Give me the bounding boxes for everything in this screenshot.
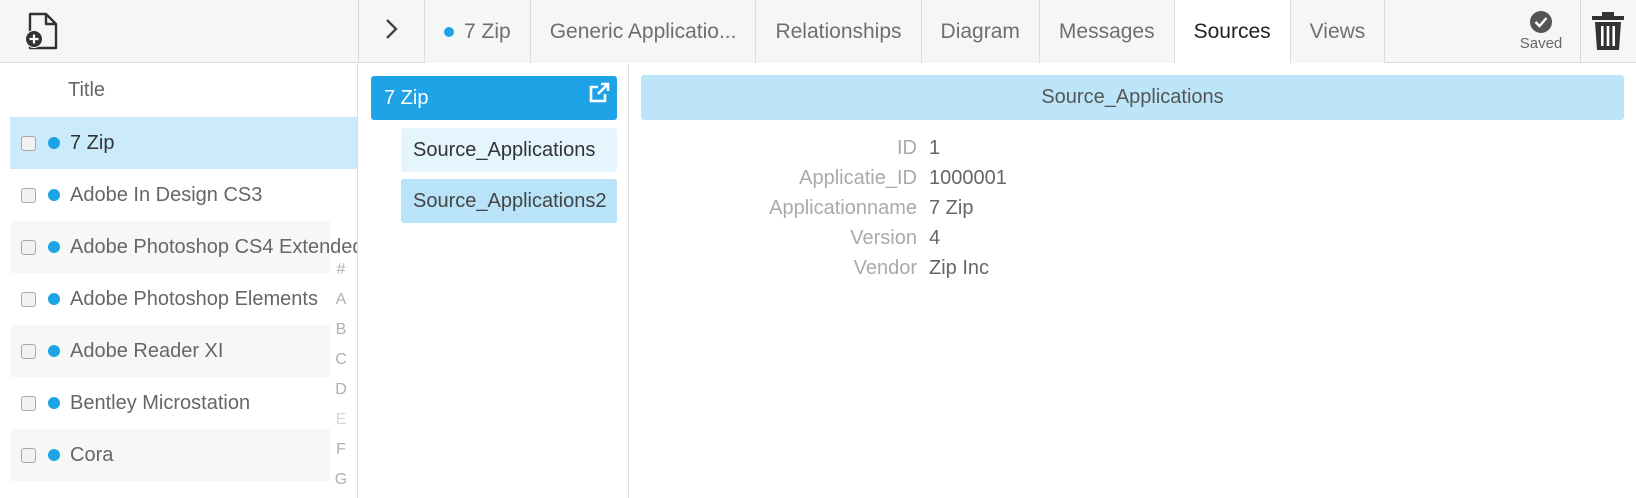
tab-diagram[interactable]: Diagram — [921, 0, 1040, 63]
row-checkbox[interactable] — [21, 135, 36, 151]
tab-label: Sources — [1193, 20, 1271, 43]
list-item-cora[interactable]: Cora — [10, 429, 330, 481]
detail-title: Source_Applications — [1041, 86, 1224, 108]
tab-label: 7 Zip — [464, 19, 511, 43]
row-checkbox[interactable] — [21, 447, 36, 463]
field-vendor: Vendor Zip Inc — [641, 253, 1541, 283]
tab-views[interactable]: Views — [1290, 0, 1386, 63]
check-circle-icon — [1530, 11, 1552, 33]
tab-label: Messages — [1058, 19, 1155, 43]
source-root-label: 7 Zip — [384, 86, 429, 109]
status-dot — [48, 449, 60, 461]
tab-generic-application[interactable]: Generic Applicatio... — [530, 0, 757, 63]
status-dot — [48, 241, 60, 253]
field-label: Applicatie_ID — [799, 166, 917, 189]
list-item-adobe-reader-xi[interactable]: Adobe Reader XI — [10, 325, 330, 377]
list-item-bentley-microstation[interactable]: Bentley Microstation — [10, 377, 330, 429]
tab-label: Relationships — [775, 19, 902, 43]
alpha-index-e[interactable]: E — [334, 411, 348, 429]
tab-relationships[interactable]: Relationships — [756, 0, 922, 63]
list-item-label: Cora — [70, 443, 114, 466]
sources-panel: 7 Zip Source_Applications Source_Applica… — [359, 64, 629, 498]
source-item-label: Source_Applications — [413, 138, 596, 161]
source-item-source-applications2[interactable]: Source_Applications2 — [401, 179, 617, 223]
row-checkbox[interactable] — [21, 291, 36, 307]
row-checkbox[interactable] — [21, 343, 36, 359]
alpha-index-hash[interactable]: # — [334, 261, 348, 279]
field-label: Applicationname — [769, 196, 917, 219]
status-dot — [48, 345, 60, 357]
new-document-plus-icon[interactable] — [22, 12, 62, 52]
trash-icon[interactable] — [1590, 11, 1626, 51]
list-item-label: Adobe Photoshop Elements — [70, 287, 318, 310]
row-checkbox[interactable] — [21, 187, 36, 203]
tab-messages[interactable]: Messages — [1039, 0, 1175, 63]
alpha-index-a[interactable]: A — [334, 291, 348, 309]
application-list: Title 7 Zip Adobe In Design CS3 Adobe Ph… — [0, 64, 358, 498]
list-item-label: Bentley Microstation — [70, 391, 251, 414]
alpha-index-f[interactable]: F — [334, 441, 348, 459]
field-label: ID — [897, 136, 917, 159]
list-item-7-zip[interactable]: 7 Zip — [10, 117, 357, 169]
toolbar-divider — [1580, 0, 1581, 63]
saved-status: Saved — [1508, 11, 1574, 52]
external-link-icon[interactable] — [587, 81, 611, 105]
tab-7-zip[interactable]: 7 Zip — [425, 0, 531, 63]
field-version: Version 4 — [641, 223, 1541, 253]
status-dot — [48, 397, 60, 409]
list-item-label: 7 Zip — [70, 131, 115, 154]
list-item-label: Adobe In Design CS3 — [70, 183, 263, 206]
list-item-adobe-in-design-cs3[interactable]: Adobe In Design CS3 — [10, 169, 330, 221]
status-dot — [48, 189, 60, 201]
list-item-adobe-photoshop-cs4-extended[interactable]: Adobe Photoshop CS4 Extended — [10, 221, 357, 273]
field-value: 1000001 — [929, 166, 1007, 189]
status-dot — [48, 137, 60, 149]
source-item-label: Source_Applications2 — [413, 189, 607, 212]
tab-label: Views — [1309, 19, 1366, 43]
detail-header: Source_Applications — [641, 75, 1624, 120]
field-id: ID 1 — [641, 133, 1541, 163]
tab-label: Diagram — [940, 19, 1020, 43]
tab-label: Generic Applicatio... — [549, 19, 737, 43]
field-label: Version — [850, 226, 917, 249]
tab-bar: 7 Zip Generic Applicatio... Relationship… — [425, 0, 1386, 64]
field-value: 1 — [929, 136, 941, 159]
alpha-index-g[interactable]: G — [334, 471, 348, 489]
field-value: 4 — [929, 226, 941, 249]
tab-sources[interactable]: Sources — [1174, 0, 1291, 64]
list-item-adobe-photoshop-elements[interactable]: Adobe Photoshop Elements — [10, 273, 330, 325]
alpha-index-b[interactable]: B — [334, 321, 348, 339]
top-toolbar: 7 Zip Generic Applicatio... Relationship… — [0, 0, 1636, 64]
status-dot — [48, 293, 60, 305]
expand-panel-button[interactable] — [359, 0, 425, 63]
alpha-index-d[interactable]: D — [334, 381, 348, 399]
field-applicationname: Applicationname 7 Zip — [641, 193, 1541, 223]
field-value: Zip Inc — [929, 256, 990, 279]
list-item-label: Adobe Photoshop CS4 Extended — [70, 235, 358, 258]
source-item-source-applications[interactable]: Source_Applications — [401, 128, 617, 172]
source-root-item[interactable]: 7 Zip — [371, 76, 617, 120]
list-header-title[interactable]: Title — [0, 64, 357, 117]
status-dot — [444, 26, 454, 37]
field-applicatie-id: Applicatie_ID 1000001 — [641, 163, 1541, 193]
list-item-label: Adobe Reader XI — [70, 339, 224, 362]
row-checkbox[interactable] — [21, 239, 36, 255]
field-value: 7 Zip — [929, 196, 974, 219]
alpha-index-c[interactable]: C — [334, 351, 348, 369]
saved-label: Saved — [1519, 35, 1563, 52]
field-label: Vendor — [853, 256, 917, 279]
chevron-right-icon — [384, 17, 400, 46]
row-checkbox[interactable] — [21, 395, 36, 411]
